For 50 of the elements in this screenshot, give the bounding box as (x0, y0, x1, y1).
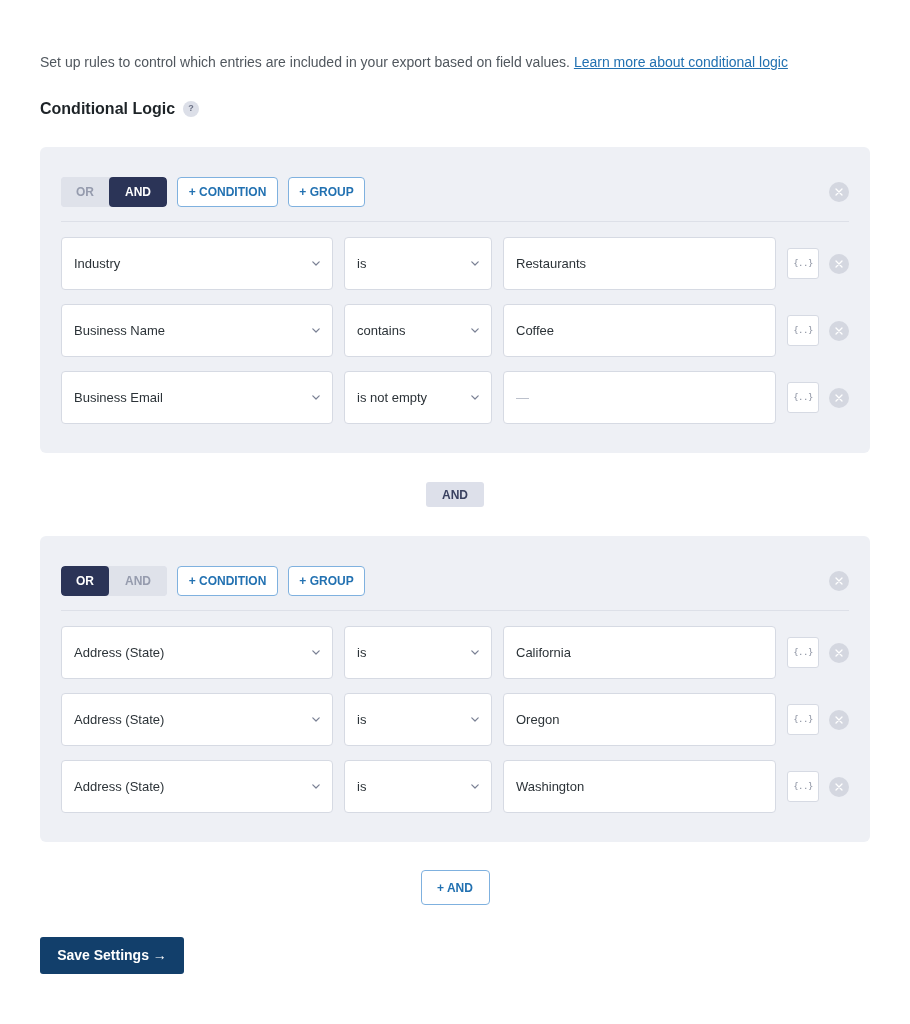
operator-select[interactable]: is (344, 237, 492, 290)
chevron-down-icon (312, 328, 320, 333)
add-condition-button[interactable]: + CONDITION (177, 177, 278, 207)
description-text: Set up rules to control which entries are included in your export based on field values. Learn more about conditional logic (40, 53, 789, 72)
chevron-down-icon (471, 717, 479, 722)
close-icon[interactable] (829, 320, 849, 341)
value-field[interactable]: Washington (503, 760, 776, 813)
logic-toggle-option[interactable]: OR (61, 566, 109, 596)
field-select[interactable]: Address (State) (61, 626, 333, 679)
close-icon[interactable] (829, 182, 849, 202)
add-and-button[interactable]: + AND (420, 870, 490, 905)
value-field[interactable]: Restaurants (503, 237, 776, 290)
section-title: Conditional Logic (40, 99, 176, 119)
learn-more-link[interactable]: Learn more about conditional logic (573, 54, 788, 70)
value-field[interactable]: Coffee (503, 304, 776, 357)
add-group-button[interactable]: + GROUP (288, 566, 365, 596)
chevron-down-icon (471, 650, 479, 655)
operator-select[interactable]: contains (344, 304, 492, 357)
chevron-down-icon (312, 261, 320, 266)
operator-select[interactable]: is not empty (344, 371, 492, 424)
operator-select[interactable]: is (344, 693, 492, 746)
field-select[interactable]: Address (State) (61, 693, 333, 746)
chevron-down-icon (312, 650, 320, 655)
chevron-down-icon (312, 395, 320, 400)
chevron-down-icon (312, 717, 320, 722)
close-icon[interactable] (829, 253, 849, 274)
field-select[interactable]: Business Name (61, 304, 333, 357)
field-select[interactable]: Business Email (61, 371, 333, 424)
close-icon[interactable] (829, 642, 849, 663)
add-group-button[interactable]: + GROUP (288, 177, 365, 207)
chevron-down-icon (312, 784, 320, 789)
logic-toggle-option[interactable]: AND (109, 177, 167, 207)
add-condition-button[interactable]: + CONDITION (177, 566, 278, 596)
chevron-down-icon (471, 261, 479, 266)
close-icon[interactable] (829, 776, 849, 797)
close-icon[interactable] (829, 387, 849, 408)
save-settings-button[interactable]: Save Settings → (40, 937, 184, 974)
close-icon[interactable] (829, 709, 849, 730)
chevron-down-icon (471, 328, 479, 333)
field-select[interactable]: Industry (61, 237, 333, 290)
field-select[interactable]: Address (State) (61, 760, 333, 813)
chevron-down-icon (471, 784, 479, 789)
close-icon[interactable] (829, 571, 849, 591)
operator-select[interactable]: is (344, 626, 492, 679)
operator-select[interactable]: is (344, 760, 492, 813)
group-joiner-badge: AND (426, 482, 484, 507)
help-button[interactable]: ? (183, 101, 200, 117)
value-field[interactable]: Oregon (503, 693, 776, 746)
value-field[interactable]: California (503, 626, 776, 679)
chevron-down-icon (471, 395, 479, 400)
